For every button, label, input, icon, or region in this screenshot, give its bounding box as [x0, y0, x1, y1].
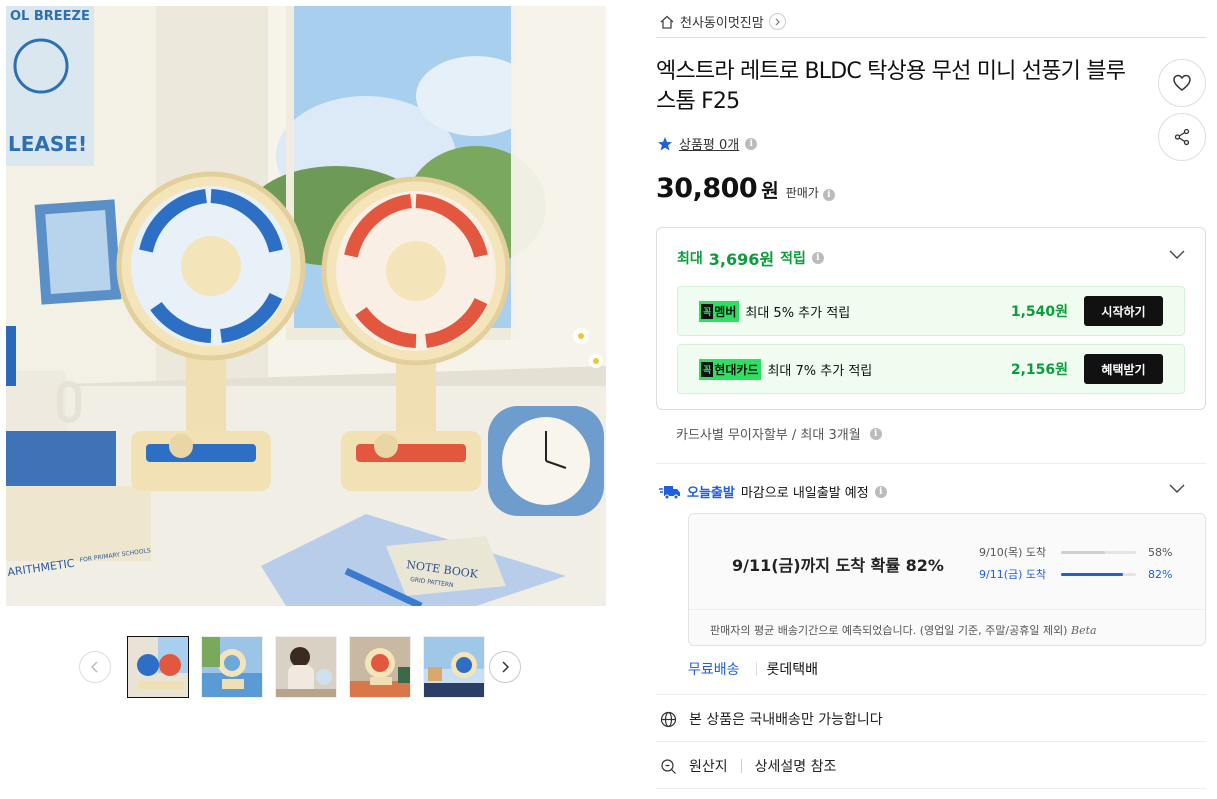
chevron-down-icon[interactable] [1169, 484, 1185, 494]
arrival-estimate-box: 9/11(금)까지 도착 확률 82% 9/10(목) 도착 58% 9/11(… [688, 513, 1206, 646]
reward-amount: 3,696원 [708, 250, 775, 269]
promo-badge: 꼭 멤버 [699, 300, 740, 322]
star-icon [658, 136, 672, 150]
arrival-prob-percent: 82% [1148, 567, 1173, 581]
arrival-headline: 9/11(금)까지 도착 확률 82% [732, 556, 944, 575]
info-icon[interactable]: i [745, 137, 758, 150]
beta-label: Beta [1070, 624, 1097, 637]
chevron-left-icon [90, 661, 98, 673]
info-icon[interactable]: i [811, 252, 824, 264]
arrival-prob-bar [1061, 550, 1136, 554]
thumbnail-4[interactable] [349, 636, 411, 698]
origin-label: 원산지 [689, 759, 728, 775]
delivery-info: 무료배송 롯데택배 [688, 659, 818, 679]
thumbnail-carousel [79, 636, 521, 698]
chevron-down-icon[interactable] [1169, 250, 1185, 260]
promo-amount: 2,156원 [1010, 362, 1068, 378]
info-icon[interactable]: i [869, 427, 882, 440]
arrival-date: 9/11(금) 도착 [979, 568, 1047, 581]
main-product-image[interactable]: OL BREEZE LEASE! ARITHMETIC FOR PRIMARY … [6, 6, 606, 606]
reward-summary[interactable]: 최대 3,696원 적립 i [677, 246, 824, 270]
reward-suffix: 적립 [780, 251, 806, 267]
wishlist-button[interactable] [1158, 59, 1206, 107]
divider [755, 662, 757, 676]
arrival-note-text: 판매자의 평균 배송기간으로 예측되었습니다. (영업일 기준, 주말/공휴일 … [710, 624, 1068, 637]
product-title: 엑스트라 레트로 BLDC 탁상용 무선 미니 선풍기 블루스톰 F25 [656, 59, 1126, 114]
price-value: 30,800 [656, 173, 758, 204]
chevron-right-icon [502, 661, 510, 673]
carrier-name: 롯데택배 [766, 662, 819, 678]
thumbnail-next-button[interactable] [489, 651, 521, 683]
promo-text: 최대 7% 추가 적립 [767, 363, 873, 379]
truck-icon [659, 485, 680, 499]
search-icon [661, 758, 676, 774]
promo-badge: 꼭 현대카드 [699, 358, 762, 380]
reward-prefix: 최대 [677, 251, 703, 267]
arrival-prob-row: 9/11(금) 도착 82% [979, 566, 1172, 582]
section-divider [656, 694, 1206, 695]
today-ship-label: 오늘출발 [687, 486, 735, 501]
thumbnail-prev-button[interactable] [79, 651, 111, 683]
share-button[interactable] [1158, 113, 1206, 161]
price-block: 30,800 원 판매가 i [656, 173, 835, 204]
heart-icon [1173, 74, 1191, 91]
shipping-header[interactable]: 오늘출발 마감으로 내일출발 예정 i [659, 482, 887, 501]
poster-bottom-text: LEASE! [8, 132, 87, 156]
promo-row-card: 꼭 현대카드 최대 7% 추가 적립 2,156원 혜택받기 [677, 344, 1185, 394]
share-icon [1174, 128, 1190, 146]
thumbnail-2[interactable] [201, 636, 263, 698]
promo-amount: 1,540원 [1010, 304, 1068, 320]
review-summary: 상품평 0개 i [657, 134, 758, 153]
section-divider [656, 741, 1206, 742]
reward-panel: 최대 3,696원 적립 i 꼭 멤버 최대 5% 추가 적립 1,540원 시작… [656, 227, 1206, 410]
domestic-shipping-info: 본 상품은 국내배송만 가능합니다 [660, 709, 883, 729]
price-label: 판매가 [785, 186, 819, 200]
review-count-link[interactable]: 상품평 0개 [679, 134, 739, 153]
arrival-prob-row: 9/10(목) 도착 58% [979, 544, 1172, 560]
home-icon [660, 15, 674, 29]
installment-info: 카드사별 무이자할부 / 최대 3개월 i [676, 424, 882, 443]
installment-text: 카드사별 무이자할부 / 최대 3개월 [676, 428, 861, 443]
today-ship-text: 마감으로 내일출발 예정 [740, 486, 869, 501]
arrival-date: 9/10(목) 도착 [979, 546, 1047, 559]
chevron-right-icon [768, 13, 786, 30]
thumbnail-3[interactable] [275, 636, 337, 698]
thumbnail-1[interactable] [127, 636, 189, 698]
thumbnail-5[interactable] [423, 636, 485, 698]
poster-top-text: OL BREEZE [10, 9, 90, 24]
info-icon[interactable]: i [874, 485, 887, 498]
globe-icon [660, 711, 677, 727]
info-icon[interactable]: i [822, 189, 835, 201]
promo-start-button[interactable]: 시작하기 [1084, 296, 1163, 326]
seller-store-link[interactable]: 천사동이멋진맘 [656, 6, 1206, 38]
arrival-prob-bar [1061, 572, 1136, 576]
promo-text: 최대 5% 추가 적립 [745, 305, 851, 321]
section-divider [656, 463, 1206, 464]
section-divider [656, 788, 1206, 789]
price-currency: 원 [761, 180, 779, 202]
seller-name: 천사동이멋진맘 [680, 16, 764, 31]
free-shipping-label: 무료배송 [688, 662, 740, 678]
divider [740, 759, 742, 773]
promo-benefit-button[interactable]: 혜택받기 [1084, 354, 1163, 384]
arrival-note: 판매자의 평균 배송기간으로 예측되었습니다. (영업일 기준, 주말/공휴일 … [689, 609, 1205, 638]
domestic-text: 본 상품은 국내배송만 가능합니다 [689, 712, 883, 728]
origin-value: 상세설명 참조 [754, 759, 837, 775]
promo-row-member: 꼭 멤버 최대 5% 추가 적립 1,540원 시작하기 [677, 286, 1185, 336]
arrival-prob-percent: 58% [1148, 545, 1173, 559]
origin-info: 원산지 상세설명 참조 [660, 756, 836, 776]
